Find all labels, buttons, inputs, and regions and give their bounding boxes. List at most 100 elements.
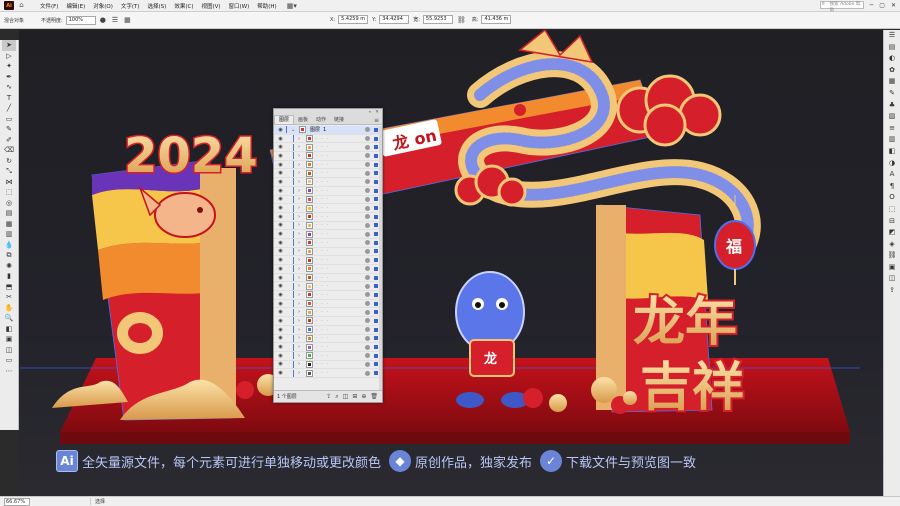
clipping-mask-icon[interactable]: ◫: [343, 393, 349, 401]
layer-row[interactable]: ◉ › · · ·: [274, 369, 382, 378]
target-circle-icon[interactable]: [365, 179, 370, 185]
mesh-tool-icon[interactable]: ▦: [2, 219, 16, 230]
opentype-icon[interactable]: O: [886, 192, 898, 204]
symbol-sprayer-tool-icon[interactable]: ✺: [2, 261, 16, 272]
appearance-icon[interactable]: ◑: [886, 158, 898, 170]
close-button[interactable]: ✕: [891, 2, 896, 9]
selection-indicator[interactable]: [374, 345, 378, 350]
visibility-eye-icon[interactable]: ◉: [277, 301, 284, 307]
x-input[interactable]: 5.4259 m: [338, 15, 369, 24]
target-circle-icon[interactable]: [365, 292, 370, 298]
selection-indicator[interactable]: [374, 179, 378, 184]
artboards-icon[interactable]: ▣: [886, 262, 898, 274]
color-mode-icon[interactable]: ▣: [2, 334, 16, 345]
selection-indicator[interactable]: [374, 327, 378, 332]
target-circle-icon[interactable]: [365, 283, 370, 289]
layer-row[interactable]: ◉ › · · ·: [274, 334, 382, 344]
visibility-eye-icon[interactable]: ◉: [277, 292, 284, 298]
layer-row[interactable]: ◉ › · · ·: [274, 247, 382, 257]
expand-arrow-icon[interactable]: ›: [298, 361, 304, 367]
image-trace-icon[interactable]: ◈: [886, 239, 898, 251]
brushes-icon[interactable]: ✎: [886, 88, 898, 100]
selection-indicator[interactable]: [374, 301, 378, 306]
layer-row[interactable]: ◉ › · · ·: [274, 239, 382, 248]
visibility-eye-icon[interactable]: ◉: [277, 283, 284, 289]
selection-indicator[interactable]: [374, 353, 378, 358]
link-icon[interactable]: ⛓: [457, 16, 466, 24]
visibility-eye-icon[interactable]: ◉: [277, 179, 284, 185]
expand-arrow-icon[interactable]: ›: [298, 327, 304, 333]
selection-indicator[interactable]: [374, 275, 378, 280]
target-circle-icon[interactable]: [365, 248, 370, 254]
style-swatch-icon[interactable]: ●: [100, 16, 106, 24]
menu-item-4[interactable]: 选择(S): [148, 2, 167, 10]
layer-row[interactable]: ◉ › · · ·: [274, 274, 382, 283]
target-circle-icon[interactable]: [365, 309, 370, 315]
target-circle-icon[interactable]: [365, 318, 370, 324]
expand-arrow-icon[interactable]: ›: [298, 214, 304, 220]
expand-arrow-icon[interactable]: ›: [298, 344, 304, 350]
y-input[interactable]: 34.4294: [379, 15, 410, 24]
target-circle-icon[interactable]: [365, 222, 370, 228]
expand-arrow-icon[interactable]: ›: [298, 292, 304, 298]
expand-arrow-icon[interactable]: ›: [298, 179, 304, 185]
selection-indicator[interactable]: [374, 153, 378, 158]
menu-item-6[interactable]: 视图(V): [201, 2, 220, 10]
selection-indicator[interactable]: [374, 240, 378, 245]
artboard[interactable]: 龙 on 2024 福 龙年 吉祥 龙: [19, 30, 883, 496]
target-circle-icon[interactable]: [365, 144, 370, 150]
target-circle-icon[interactable]: [365, 136, 370, 142]
grid-icon[interactable]: ▦: [124, 16, 131, 24]
selection-indicator[interactable]: [374, 214, 378, 219]
selection-indicator[interactable]: [374, 371, 378, 376]
visibility-eye-icon[interactable]: ◉: [277, 275, 284, 281]
selection-indicator[interactable]: [374, 197, 378, 202]
layer-row[interactable]: ◉ › · · ·: [274, 352, 382, 361]
minimize-button[interactable]: ─: [870, 2, 874, 9]
target-circle-icon[interactable]: [365, 214, 370, 220]
layer-row[interactable]: ◉ › · · ·: [274, 317, 382, 326]
layers-icon[interactable]: ◫: [886, 273, 898, 285]
layer-row[interactable]: ◉ › · · ·: [274, 178, 382, 187]
expand-arrow-icon[interactable]: ›: [298, 283, 304, 289]
menu-item-0[interactable]: 文件(F): [40, 2, 58, 10]
visibility-eye-icon[interactable]: ◉: [277, 240, 284, 246]
visibility-eye-icon[interactable]: ◉: [277, 309, 284, 315]
layer-row[interactable]: ◉ › · · ·: [274, 152, 382, 161]
maximize-button[interactable]: ▢: [879, 2, 885, 9]
character-icon[interactable]: A: [886, 169, 898, 181]
visibility-eye-icon[interactable]: ◉: [277, 257, 284, 263]
layer-row[interactable]: ◉ › · · ·: [274, 326, 382, 335]
width-tool-icon[interactable]: ⋈: [2, 177, 16, 188]
perspective-grid-tool-icon[interactable]: ▤: [2, 208, 16, 219]
asset-export-icon[interactable]: ⇪: [886, 285, 898, 297]
expand-arrow-icon[interactable]: ›: [298, 248, 304, 254]
target-circle-icon[interactable]: [365, 127, 370, 133]
selection-indicator[interactable]: [374, 127, 378, 132]
visibility-eye-icon[interactable]: ◉: [277, 361, 284, 367]
selection-indicator[interactable]: [374, 249, 378, 254]
search-icon[interactable]: ⌕: [335, 393, 338, 401]
pen-tool-icon[interactable]: ✒: [2, 72, 16, 83]
tab-actions[interactable]: 动作: [312, 116, 330, 124]
fill-stroke-swatch-icon[interactable]: ◧: [2, 324, 16, 335]
visibility-eye-icon[interactable]: ◉: [277, 214, 284, 220]
height-input[interactable]: 41.436 m: [481, 15, 512, 24]
layer-row[interactable]: ◉ › · · ·: [274, 204, 382, 213]
libraries-icon[interactable]: ▤: [886, 42, 898, 54]
direct-selection-tool-icon[interactable]: ▷: [2, 51, 16, 62]
layer-list-scrollbar[interactable]: [379, 126, 382, 390]
target-circle-icon[interactable]: [365, 266, 370, 272]
visibility-eye-icon[interactable]: ◉: [277, 144, 284, 150]
target-circle-icon[interactable]: [365, 196, 370, 202]
expand-arrow-icon[interactable]: ›: [298, 162, 304, 168]
target-circle-icon[interactable]: [365, 231, 370, 237]
layer-row[interactable]: ◉ › · · ·: [274, 308, 382, 318]
menu-item-7[interactable]: 窗口(W): [229, 2, 250, 10]
visibility-eye-icon[interactable]: ◉: [277, 153, 284, 159]
expand-arrow-icon[interactable]: ⌄: [291, 127, 297, 133]
layer-row[interactable]: ◉ › · · ·: [274, 213, 382, 222]
expand-arrow-icon[interactable]: ›: [298, 205, 304, 211]
column-graph-tool-icon[interactable]: ▮: [2, 271, 16, 282]
tab-layers[interactable]: 图层: [274, 115, 295, 124]
